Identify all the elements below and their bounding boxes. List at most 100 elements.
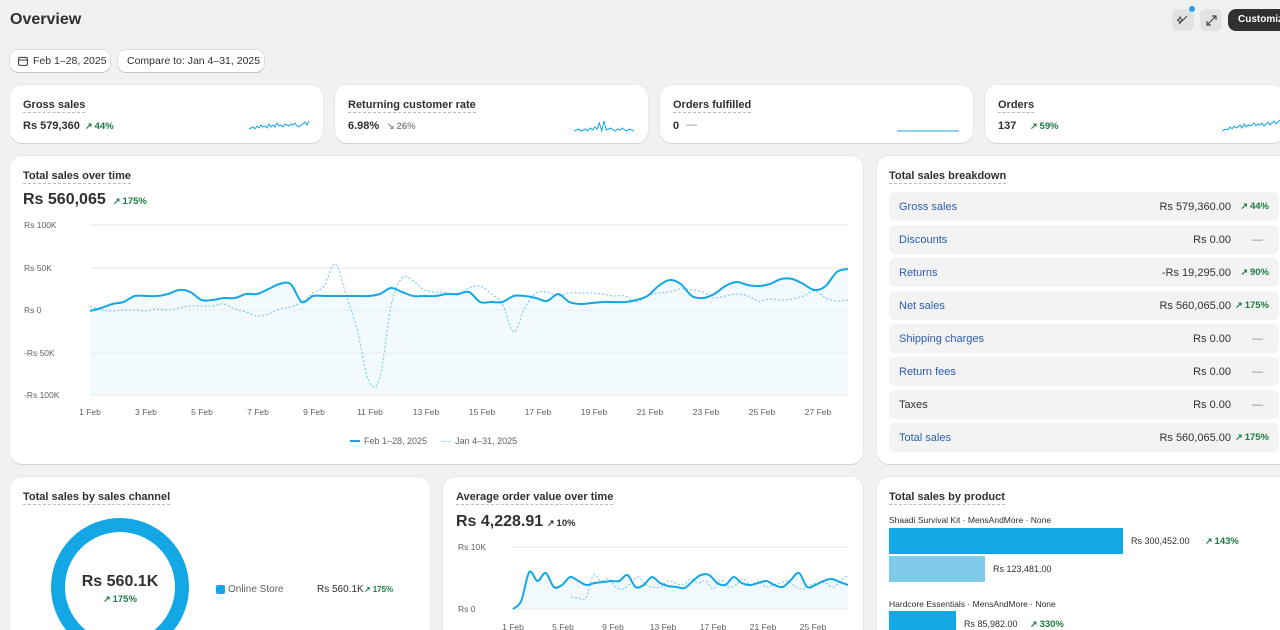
- x-axis-tick: 17 Feb: [525, 407, 552, 417]
- card-title: Total sales by product: [889, 491, 1005, 505]
- product-value-previous: Rs 123,481.00: [993, 564, 1052, 574]
- aov-card: Average order value over time Rs 4,228.9…: [443, 477, 863, 630]
- breakdown-change: ↗ 175%: [1235, 300, 1269, 311]
- x-axis-tick: 9 Feb: [303, 407, 325, 417]
- breakdown-label[interactable]: Shipping charges: [899, 333, 984, 345]
- breakdown-row[interactable]: Returns -Rs 19,295.00 ↗ 90%: [889, 258, 1279, 287]
- sales-over-time-card: Total sales over time Rs 560,065 ↗ 175% R…: [10, 156, 863, 464]
- breakdown-value: -Rs 19,295.00: [1161, 266, 1231, 279]
- page-title: Overview: [10, 11, 82, 28]
- aov-line-chart: Rs 10K Rs 0 1 Feb 5 Feb 9 Feb 13 Feb 17 Feb 21…: [458, 542, 849, 630]
- chart-legend: Feb 1–28, 2025 Jan 4–31, 2025: [350, 436, 517, 446]
- x-axis-tick: 7 Feb: [247, 407, 269, 417]
- customize-button[interactable]: Customize: [1228, 9, 1280, 31]
- x-axis-tick: 25 Feb: [800, 622, 827, 630]
- date-range-button[interactable]: Feb 1–28, 2025: [10, 50, 110, 72]
- breakdown-change: ↗ 90%: [1240, 267, 1269, 278]
- fullscreen-button[interactable]: [1200, 9, 1222, 31]
- breakdown-row[interactable]: Discounts Rs 0.00 —: [889, 225, 1279, 254]
- x-axis-tick: 17 Feb: [700, 622, 727, 630]
- legend-previous-swatch: [441, 440, 452, 442]
- breakdown-value: Rs 579,360.00: [1159, 200, 1231, 213]
- metric-value: 137: [998, 120, 1017, 132]
- breakdown-label[interactable]: Taxes: [899, 399, 928, 411]
- channel-change: ↗ 175%: [364, 585, 394, 594]
- product-name: Hardcore Essentials · MensAndMore · None: [889, 599, 1056, 609]
- x-axis-tick: 23 Feb: [693, 407, 720, 417]
- product-bar-previous: [889, 556, 985, 582]
- compare-button[interactable]: Compare to: Jan 4–31, 2025: [118, 50, 264, 72]
- x-axis-tick: 21 Feb: [750, 622, 777, 630]
- notification-dot: [1189, 6, 1195, 12]
- channel-label: Online Store: [228, 584, 284, 595]
- x-axis-tick: 3 Feb: [135, 407, 157, 417]
- sales-line-chart: Rs 100K Rs 50K Rs 0 -Rs 50K -Rs 100K 1 Feb 3 …: [24, 220, 849, 417]
- breakdown-value: Rs 0.00: [1193, 365, 1231, 378]
- y-axis-tick: Rs 50K: [24, 263, 52, 273]
- breakdown-label[interactable]: Discounts: [899, 234, 947, 246]
- breakdown-value: Rs 560,065.00: [1159, 431, 1231, 444]
- metric-card-returning-rate[interactable]: Returning customer rate 6.98% ↘ 26%: [335, 85, 648, 143]
- breakdown-row[interactable]: Return fees Rs 0.00 —: [889, 357, 1279, 386]
- card-title: Total sales breakdown: [889, 170, 1007, 184]
- breakdown-change: —: [1252, 365, 1263, 378]
- sales-by-product-card: Total sales by product Shaadi Survival K…: [877, 477, 1280, 630]
- metric-label: Gross sales: [23, 99, 86, 113]
- x-axis-tick: 25 Feb: [749, 407, 776, 417]
- y-axis-tick: -Rs 100K: [24, 390, 60, 400]
- breakdown-row[interactable]: Total sales Rs 560,065.00 ↗ 175%: [889, 423, 1279, 452]
- channel-legend: Online Store: [216, 584, 284, 595]
- metric-label: Orders fulfilled: [673, 99, 752, 113]
- breakdown-value: Rs 0.00: [1193, 398, 1231, 411]
- x-axis-tick: 13 Feb: [650, 622, 677, 630]
- x-axis-tick: 1 Feb: [502, 622, 524, 630]
- breakdown-label[interactable]: Total sales: [899, 432, 951, 444]
- breakdown-row[interactable]: Taxes Rs 0.00 —: [889, 390, 1279, 419]
- legend-current-label: Feb 1–28, 2025: [364, 436, 428, 446]
- breakdown-row[interactable]: Gross sales Rs 579,360.00 ↗ 44%: [889, 192, 1279, 221]
- product-value-current: Rs 300,452.00: [1131, 536, 1190, 546]
- product-bar-current: [889, 528, 1123, 554]
- breakdown-label[interactable]: Return fees: [899, 366, 956, 378]
- sales-breakdown-card: Total sales breakdown Gross sales Rs 579,…: [877, 156, 1280, 464]
- legend-current-swatch: [350, 440, 360, 442]
- metric-label: Orders: [998, 99, 1035, 113]
- metric-change: ↗ 44%: [85, 121, 114, 132]
- y-axis-tick: -Rs 50K: [24, 348, 55, 358]
- x-axis-tick: 5 Feb: [552, 622, 574, 630]
- gross-sales-sparkline: [248, 120, 310, 130]
- metric-change: ↗ 59%: [1030, 121, 1059, 132]
- breakdown-change: ↗ 44%: [1240, 201, 1269, 212]
- breakdown-row[interactable]: Net sales Rs 560,065.00 ↗ 175%: [889, 291, 1279, 320]
- metric-card-gross-sales[interactable]: Gross sales Rs 579,360 ↗ 44%: [10, 85, 323, 143]
- calendar-icon: [18, 56, 28, 66]
- x-axis-tick: 15 Feb: [469, 407, 496, 417]
- date-range-label: Feb 1–28, 2025: [33, 55, 107, 67]
- metric-card-orders[interactable]: Orders 137 ↗ 59%: [985, 85, 1280, 143]
- channel-swatch: [216, 585, 225, 594]
- breakdown-label[interactable]: Returns: [899, 267, 938, 279]
- product-change: ↗ 143%: [1205, 536, 1239, 547]
- breakdown-row[interactable]: Shipping charges Rs 0.00 —: [889, 324, 1279, 353]
- breakdown-label[interactable]: Net sales: [899, 300, 945, 312]
- x-axis-tick: 21 Feb: [637, 407, 664, 417]
- breakdown-change: —: [1252, 398, 1263, 411]
- y-axis-tick: Rs 10K: [458, 542, 486, 552]
- breakdown-label[interactable]: Gross sales: [899, 201, 957, 213]
- sparkle-icon: [1177, 15, 1188, 25]
- customize-label: Customize: [1238, 14, 1280, 25]
- metric-value: Rs 579,360: [23, 120, 80, 132]
- metric-value: 6.98%: [348, 120, 380, 132]
- metric-card-orders-fulfilled[interactable]: Orders fulfilled 0 —: [660, 85, 973, 143]
- y-axis-tick: Rs 100K: [24, 220, 57, 230]
- sparkle-button[interactable]: [1172, 9, 1194, 31]
- orders-fulfilled-sparkline: [897, 130, 959, 132]
- x-axis-tick: 27 Feb: [805, 407, 832, 417]
- product-bar-current: [889, 611, 956, 630]
- compare-label: Compare to: Jan 4–31, 2025: [127, 55, 261, 67]
- product-name: Shaadi Survival Kit · MensAndMore · None: [889, 515, 1052, 525]
- metric-value: 0: [673, 120, 680, 132]
- breakdown-value: Rs 0.00: [1193, 233, 1231, 246]
- sales-by-channel-card: Total sales by sales channel Rs 560.1K ↗…: [10, 477, 430, 630]
- x-axis-tick: 5 Feb: [191, 407, 213, 417]
